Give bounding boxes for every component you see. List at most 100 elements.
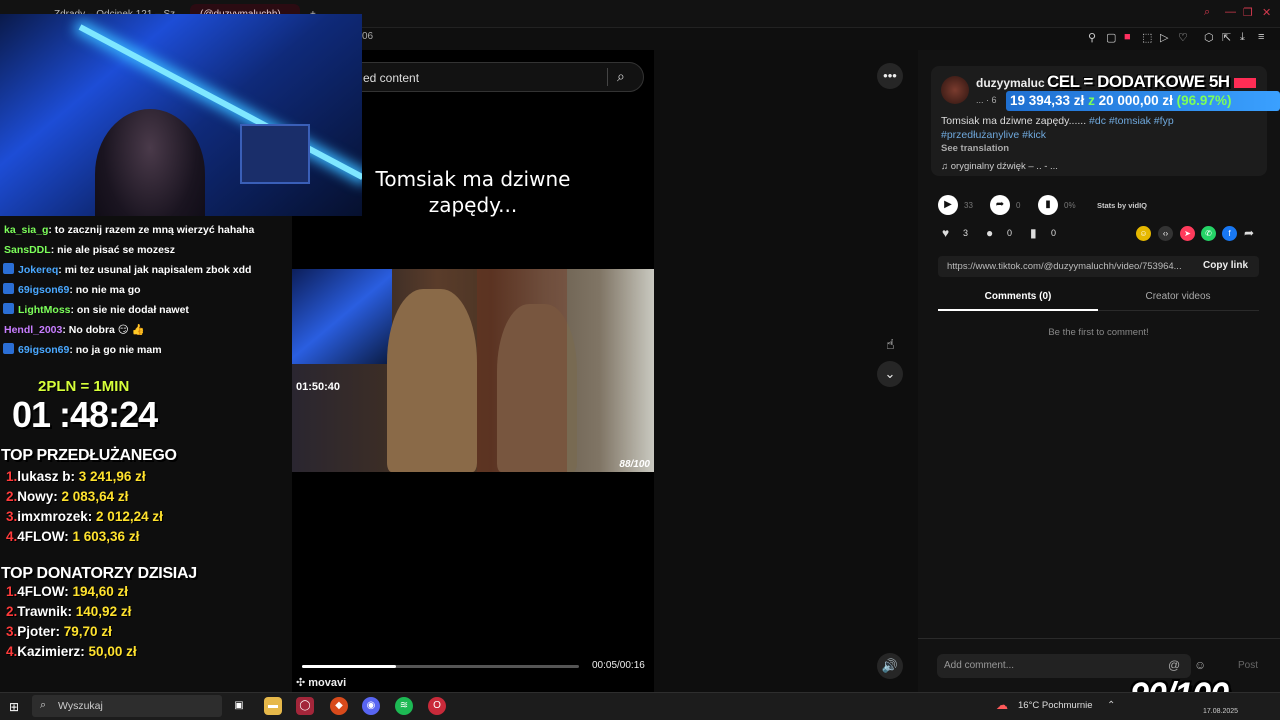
search-tabs-icon[interactable]: ⌕: [1204, 6, 1210, 19]
like-heart-icon[interactable]: ♥: [942, 226, 949, 240]
progress-fill: [302, 665, 397, 668]
leaderboard-name: lukasz b:: [17, 469, 79, 484]
leaderboard-rank: 1.: [6, 469, 18, 484]
avatar[interactable]: [941, 76, 969, 104]
play-count-icon[interactable]: ▶: [938, 195, 958, 215]
leaderboard-row: 2.Trawnik: 140,92 zł: [6, 604, 131, 619]
chat-username[interactable]: LightMoss: [18, 304, 71, 316]
like-count: 3: [963, 228, 969, 238]
extension-icon[interactable]: ■: [1124, 31, 1131, 43]
play-extension-icon[interactable]: ▷: [1160, 31, 1168, 44]
mouse-cursor-icon: ☝: [886, 336, 895, 352]
chat-message: LightMoss: on sie nie dodał nawet: [0, 300, 189, 320]
chat-badge-icon: [3, 303, 14, 314]
more-share-icon[interactable]: ➦: [1244, 226, 1254, 240]
comment-bubble-icon[interactable]: ●: [986, 226, 993, 240]
menu-icon[interactable]: ≡: [1258, 31, 1264, 43]
weather-icon[interactable]: ☁: [996, 698, 1008, 712]
author-subline: ... · 6: [976, 95, 997, 105]
share-icon[interactable]: ⇱: [1222, 31, 1231, 44]
more-horizontal-icon: •••: [883, 68, 897, 83]
stats-chart-icon[interactable]: ▮: [1038, 195, 1058, 215]
address-fragment: 06: [362, 31, 374, 42]
copy-link-button[interactable]: Copy link: [1203, 260, 1248, 271]
leaderboard-amount: 2 083,64 zł: [61, 489, 129, 504]
task-view-icon[interactable]: ▣: [230, 697, 248, 715]
leaderboard-row: 4.Kazimierz: 50,00 zł: [6, 644, 137, 659]
chat-username[interactable]: 69igson69: [18, 284, 69, 296]
friends-share-icon[interactable]: ☺: [1136, 226, 1151, 241]
leaderboard-amount: 1 603,36 zł: [72, 529, 140, 544]
chat-username[interactable]: 69igson69: [18, 344, 69, 356]
leaderboard-name: Nowy:: [17, 489, 62, 504]
leaderboard-name: imxmrozek:: [17, 509, 97, 524]
volume-button[interactable]: 🔊: [877, 653, 903, 679]
tab-creator-videos[interactable]: Creator videos: [1098, 291, 1258, 302]
leaderboard-row: 3.imxmrozek: 2 012,24 zł: [6, 509, 163, 524]
leaderboard-rank: 4.: [6, 644, 18, 659]
file-explorer-icon[interactable]: ▬: [264, 697, 282, 715]
chat-message: Jokereq: mi tez usunal jak napisalem zbo…: [0, 260, 251, 280]
author-name[interactable]: duzyymaluc: [976, 76, 1045, 90]
brave-icon[interactable]: ◆: [330, 697, 348, 715]
pin-icon[interactable]: ⚲: [1088, 31, 1096, 44]
leaderboard-amount: 194,60 zł: [72, 584, 129, 599]
taskbar-search-input[interactable]: Wyszukaj: [32, 695, 222, 717]
post-comment-button[interactable]: Post: [1238, 660, 1258, 671]
chat-text: : to zacznij razem ze mną wierzyć hahaha: [48, 224, 255, 236]
download-icon[interactable]: ⤓: [1240, 31, 1245, 44]
comment-input[interactable]: Add comment...: [937, 654, 1191, 678]
bookmark-icon[interactable]: ▮: [1030, 226, 1037, 240]
see-translation-link[interactable]: See translation: [941, 143, 1009, 154]
chat-username[interactable]: SansDDL: [4, 244, 51, 256]
embed-icon[interactable]: ‹›: [1158, 226, 1173, 241]
whatsapp-icon[interactable]: ✆: [1201, 226, 1216, 241]
music-link[interactable]: ♫ oryginalny dźwięk – .. - ...: [941, 161, 1058, 172]
discord-icon[interactable]: ◉: [362, 697, 380, 715]
extension-icon[interactable]: ⬚: [1142, 31, 1152, 44]
chat-text: : on sie nie dodał nawet: [70, 304, 189, 316]
chat-username[interactable]: ka_sia_g: [4, 224, 48, 236]
chat-username[interactable]: Jokereq: [18, 264, 58, 276]
screenshot-icon[interactable]: ▢: [1106, 31, 1116, 44]
watermark: ✣ movavi: [296, 677, 347, 689]
vidiq-credit[interactable]: Stats by vidIQ: [1097, 201, 1147, 210]
hashtag-link[interactable]: #przedłużanylive #kick: [941, 129, 1046, 141]
video-description: Tomsiak ma dziwne zapędy...... #dc #toms…: [941, 115, 1174, 141]
send-icon[interactable]: ➤: [1180, 226, 1195, 241]
close-window-icon[interactable]: ✕: [1262, 6, 1271, 19]
emoji-icon[interactable]: ☺: [1194, 658, 1206, 672]
hashtag-link[interactable]: #dc #tomsiak #fyp: [1089, 115, 1174, 127]
search-icon: ⌕: [40, 699, 47, 711]
webcam-background-object: [240, 124, 310, 184]
save-count: 0: [1051, 228, 1057, 238]
goal-progress: 19 394,33 zł z 20 000,00 zł (96.97%): [1006, 91, 1280, 111]
leaderboard-rank: 2.: [6, 604, 18, 619]
chat-text: : nie ale pisać se mozesz: [50, 244, 175, 256]
more-options-button[interactable]: •••: [877, 63, 903, 89]
facebook-icon[interactable]: f: [1222, 226, 1237, 241]
share-count-icon[interactable]: ➦: [990, 195, 1010, 215]
opera-icon[interactable]: O: [428, 697, 446, 715]
heart-icon[interactable]: ♡: [1178, 31, 1188, 44]
search-icon[interactable]: ⌕: [617, 68, 633, 84]
maximize-icon[interactable]: ❐: [1243, 6, 1253, 19]
next-video-button[interactable]: ⌄: [877, 361, 903, 387]
spotify-icon[interactable]: ≋: [395, 697, 413, 715]
minimize-icon[interactable]: —: [1225, 6, 1236, 18]
extensions-icon[interactable]: ⬡: [1204, 31, 1214, 44]
chat-text: : no nie ma go: [69, 284, 141, 296]
leaderboard-row: 2.Nowy: 2 083,64 zł: [6, 489, 128, 504]
opera-gx-icon[interactable]: ◯: [296, 697, 314, 715]
tray-date[interactable]: 17.08.2025: [1203, 708, 1238, 715]
weather-text[interactable]: 16°C Pochmurnie: [1018, 700, 1093, 711]
leaderboard-row: 3.Pjoter: 79,70 zł: [6, 624, 112, 639]
tray-chevron-icon[interactable]: ⌃: [1107, 700, 1115, 711]
clip-person: [387, 289, 477, 472]
video-time: 00:05/00:16: [592, 660, 645, 671]
chat-username[interactable]: Hendl_2003: [4, 324, 62, 336]
mention-icon[interactable]: @: [1168, 658, 1180, 672]
windows-start-icon[interactable]: ⊞: [9, 700, 19, 714]
leaderboard-row: 1.lukasz b: 3 241,96 zł: [6, 469, 146, 484]
tab-comments[interactable]: Comments (0): [938, 291, 1098, 302]
